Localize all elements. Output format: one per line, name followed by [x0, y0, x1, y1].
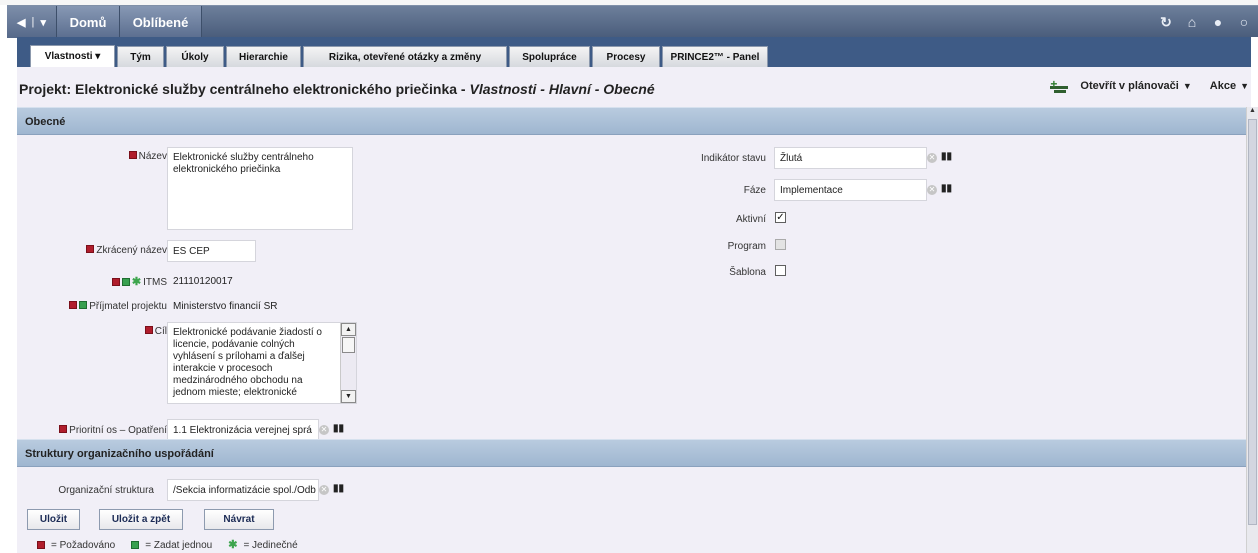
page-title-italic: Vlastnosti - Hlavní - Obecné — [469, 81, 655, 97]
unique-icon: ✱ — [131, 276, 142, 288]
clear-icon[interactable]: ✕ — [927, 153, 937, 163]
actions-label[interactable]: Akce — [1210, 80, 1236, 92]
required-icon — [111, 277, 120, 286]
priority-axis-label: Prioritní os – Opatření — [27, 425, 167, 436]
scroll-up-icon[interactable]: ▲ — [341, 323, 356, 336]
back-arrow-icon[interactable]: ◀ — [17, 16, 25, 29]
clear-icon[interactable]: ✕ — [319, 425, 329, 435]
org-structure-input[interactable]: /Sekcia informatizácie spol./Odb — [167, 479, 319, 501]
goal-text: Elektronické podávanie žiadostí o licenc… — [173, 327, 322, 398]
tab-properties[interactable]: Vlastnosti ▾ — [30, 45, 115, 67]
name-textarea[interactable]: Elektronické služby centrálneho elektron… — [167, 147, 353, 230]
required-icon — [86, 245, 95, 254]
actions-menu[interactable]: Akce ▼ — [1210, 80, 1249, 92]
tab-processes[interactable]: Procesy — [592, 46, 660, 67]
goal-scrollbar[interactable]: ▲ ▼ — [340, 323, 356, 403]
short-name-label: Zkrácený název — [57, 245, 167, 256]
required-icon — [128, 151, 137, 160]
program-checkbox[interactable] — [775, 239, 786, 250]
scroll-down-icon[interactable]: ▼ — [341, 390, 356, 403]
tab-hierarchy[interactable]: Hierarchie — [226, 46, 301, 67]
legend-once: = Zadat jednou — [145, 540, 213, 551]
org-structure-label: Organizační struktura — [58, 485, 154, 496]
open-in-planner-label[interactable]: Otevřít v plánovači — [1080, 80, 1178, 92]
tab-prince2-panel[interactable]: PRINCE2™ - Panel — [662, 46, 768, 67]
priority-axis-input[interactable]: 1.1 Elektronizácia verejnej sprá — [167, 419, 319, 441]
status-indicator-input[interactable]: Žlutá — [774, 147, 927, 169]
clear-icon[interactable]: ✕ — [319, 485, 329, 495]
enter-once-icon — [121, 277, 130, 286]
open-in-planner-menu[interactable]: Otevřít v plánovači ▼ — [1080, 80, 1191, 92]
nav-home-button[interactable]: Domů — [57, 6, 120, 38]
active-label: Aktivní — [735, 214, 766, 225]
legend-required: = Požadováno — [51, 540, 116, 551]
top-navigation-bar: ◀ | ▾ Domů Oblíbené ↻ ⌂ ● ○ — [7, 5, 1258, 38]
template-checkbox[interactable] — [775, 265, 786, 276]
refresh-icon[interactable]: ↻ — [1158, 14, 1174, 31]
itms-value: 21110120017 — [173, 276, 233, 287]
phase-input[interactable]: Implementace — [774, 179, 927, 201]
top-right-icons: ↻ ⌂ ● ○ — [1158, 14, 1252, 31]
itms-label: ✱ ITMS — [57, 276, 167, 289]
legend: = Požadováno = Zadat jednou ✱ = Jedinečn… — [37, 539, 298, 552]
goal-label: Cíl — [77, 326, 167, 337]
page-scrollbar[interactable]: ▲ — [1246, 107, 1258, 553]
chevron-down-icon[interactable]: ▼ — [1240, 81, 1249, 91]
tab-risks[interactable]: Rizika, otevřené otázky a změny — [303, 46, 507, 67]
page-actions: + Otevřít v plánovači ▼ Akce ▼ — [1050, 77, 1249, 93]
back-button[interactable]: Návrat — [204, 509, 274, 530]
home-icon[interactable]: ⌂ — [1184, 14, 1200, 31]
required-icon — [144, 326, 153, 335]
required-icon — [37, 540, 45, 549]
save-button[interactable]: Uložit — [27, 509, 80, 530]
nav-favorites-button[interactable]: Oblíbené — [120, 6, 202, 38]
tab-collaboration[interactable]: Spolupráce — [509, 46, 590, 67]
search-icon[interactable]: ○ — [1236, 14, 1252, 31]
scroll-thumb[interactable] — [342, 337, 355, 353]
section-header-general: Obecné — [17, 107, 1246, 135]
short-name-input[interactable]: ES CEP — [167, 240, 256, 262]
form-content: Obecné Název Elektronické služby centrál… — [17, 107, 1246, 553]
section-title: Struktury organizačního uspořádání — [25, 448, 214, 460]
lookup-icon[interactable]: ▮▮ — [333, 483, 344, 494]
nav-back-button[interactable]: ◀ | ▾ — [7, 6, 57, 38]
active-checkbox[interactable]: ✓ — [775, 212, 786, 223]
scroll-thumb[interactable] — [1248, 119, 1257, 525]
planner-icon[interactable]: + — [1050, 77, 1069, 93]
status-indicator-label: Indikátor stavu — [700, 153, 766, 164]
template-label: Šablona — [729, 267, 766, 278]
legend-unique: = Jedinečné — [243, 540, 298, 551]
name-label: Název — [77, 151, 167, 162]
lookup-icon[interactable]: ▮▮ — [941, 183, 952, 194]
required-icon — [59, 425, 68, 434]
page-title-main: Projekt: Elektronické služby centrálneho… — [19, 81, 470, 97]
unique-icon: ✱ — [228, 539, 238, 551]
lookup-icon[interactable]: ▮▮ — [941, 151, 952, 162]
save-and-back-button[interactable]: Uložit a zpět — [99, 509, 183, 530]
lookup-icon[interactable]: ▮▮ — [333, 423, 344, 434]
help-icon[interactable]: ● — [1210, 14, 1226, 31]
dropdown-arrow-icon[interactable]: ▾ — [41, 16, 47, 29]
page-title-bar: Projekt: Elektronické služby centrálneho… — [17, 67, 1251, 107]
required-icon — [69, 301, 78, 310]
section-title: Obecné — [25, 116, 66, 128]
phase-label: Fáze — [743, 185, 766, 196]
scroll-up-icon[interactable]: ▲ — [1247, 107, 1258, 118]
tab-tasks[interactable]: Úkoly — [166, 46, 224, 67]
recipient-label: Příjmatel projektu — [27, 301, 167, 312]
section-header-org: Struktury organizačního uspořádání — [17, 439, 1246, 467]
tab-bar: Vlastnosti ▾ Tým Úkoly Hierarchie Rizika… — [17, 37, 1251, 67]
enter-once-icon — [131, 540, 140, 549]
recipient-value: Ministerstvo financií SR — [173, 301, 278, 312]
program-label: Program — [727, 241, 766, 252]
clear-icon[interactable]: ✕ — [927, 185, 937, 195]
enter-once-icon — [79, 301, 88, 310]
page-title: Projekt: Elektronické služby centrálneho… — [19, 81, 655, 97]
tab-team[interactable]: Tým — [117, 46, 164, 67]
goal-textarea[interactable]: Elektronické podávanie žiadostí o licenc… — [167, 322, 357, 404]
chevron-down-icon[interactable]: ▼ — [1183, 81, 1192, 91]
